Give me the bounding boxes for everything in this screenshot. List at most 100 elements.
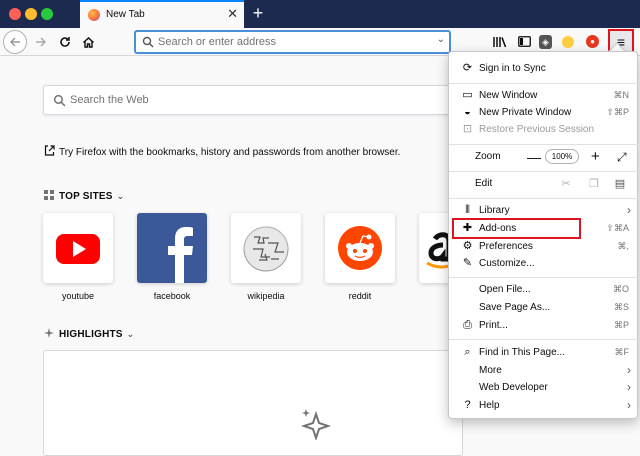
top-site-label: reddit	[348, 291, 372, 301]
sidebar-icon[interactable]	[516, 34, 532, 50]
menu-separator	[449, 83, 639, 84]
add-ons-highlight-box	[452, 218, 581, 239]
extension-icon[interactable]: ●	[586, 35, 599, 48]
fullscreen-icon[interactable]: ⤢	[617, 149, 627, 165]
menu-item-save-page[interactable]: Save Page As... ⌘S	[449, 299, 639, 317]
import-notice[interactable]: Try Firefox with the bookmarks, history …	[44, 145, 400, 158]
chevron-right-icon: ›	[627, 380, 631, 394]
top-site-tile[interactable]: reddit	[325, 213, 395, 301]
chevron-right-icon: ›	[627, 203, 631, 217]
menu-item-new-window[interactable]: ▭ New Window ⌘N	[449, 87, 639, 105]
menu-separator	[449, 198, 639, 199]
import-icon	[44, 145, 55, 156]
top-sites-title: TOP SITES	[59, 191, 113, 202]
wikipedia-tile-image	[231, 213, 301, 283]
help-icon: ?	[464, 399, 471, 411]
top-site-tile[interactable]: youtube	[43, 213, 113, 301]
facebook-tile-image	[137, 213, 207, 283]
forward-button[interactable]	[31, 32, 51, 52]
top-site-tile[interactable]: wikipedia	[231, 213, 301, 301]
home-icon	[82, 37, 94, 48]
window-maximize-button[interactable]	[41, 8, 53, 20]
menu-separator	[449, 339, 639, 340]
title-bar: New Tab ✕ +	[0, 0, 640, 28]
tab-close-icon[interactable]: ✕	[227, 7, 238, 21]
web-search-input[interactable]	[70, 92, 450, 108]
url-input[interactable]	[158, 34, 428, 50]
back-button[interactable]	[3, 30, 27, 54]
chevron-down-icon[interactable]: ⌄	[117, 191, 125, 201]
zoom-out-button[interactable]: —	[527, 148, 541, 166]
tab-title: New Tab	[106, 9, 145, 20]
private-mask-icon: ◒	[464, 106, 471, 118]
chevron-down-icon[interactable]: ⌄	[127, 329, 135, 339]
reddit-alien-icon	[338, 226, 382, 270]
menu-item-customize[interactable]: ✎ Customize...	[449, 255, 639, 273]
menu-separator	[449, 277, 639, 278]
top-site-label: youtube	[61, 291, 95, 301]
sparkle-icon	[44, 328, 54, 338]
chevron-right-icon: ›	[627, 363, 631, 377]
menu-item-restore-session[interactable]: ⊡ Restore Previous Session	[449, 121, 639, 139]
top-site-label: wikipedia	[247, 291, 285, 301]
youtube-tile-image	[43, 213, 113, 283]
highlights-sparkle-icon	[300, 409, 332, 440]
menu-item-print[interactable]: ⎙ Print... ⌘P	[449, 317, 639, 335]
window-minimize-button[interactable]	[25, 8, 37, 20]
menu-item-web-developer[interactable]: Web Developer ›	[449, 379, 639, 397]
paste-icon[interactable]: ▤	[613, 177, 627, 191]
web-search-box[interactable]	[43, 85, 463, 115]
menu-separator	[449, 171, 639, 172]
menu-item-help[interactable]: ? Help ›	[449, 397, 639, 415]
wikipedia-globe-icon	[243, 226, 289, 272]
restore-session-icon: ⊡	[462, 123, 473, 135]
menu-separator	[449, 144, 639, 145]
highlights-header[interactable]: HIGHLIGHTS ⌄	[44, 328, 134, 340]
zoom-in-button[interactable]: +	[591, 148, 600, 166]
grid-icon	[44, 190, 54, 200]
gear-icon: ⚙	[462, 240, 473, 252]
menu-item-edit: Edit ✂ ❐ ▤	[475, 177, 627, 191]
reload-icon	[60, 37, 70, 47]
sync-icon: ⟳	[462, 62, 473, 74]
back-arrow-icon	[9, 37, 20, 47]
forward-arrow-icon	[36, 37, 47, 47]
top-site-tile[interactable]: facebook	[137, 213, 207, 301]
youtube-logo-icon	[56, 234, 100, 264]
search-icon: ⌕	[464, 346, 471, 358]
menu-item-more[interactable]: More ›	[449, 362, 639, 380]
menu-item-sign-in[interactable]: ⟳ Sign in to Sync	[449, 60, 639, 78]
search-icon	[53, 94, 66, 107]
library-icon[interactable]	[492, 34, 508, 50]
url-bar[interactable]: ⌄	[134, 30, 451, 54]
new-window-icon: ▭	[462, 89, 473, 101]
copy-icon[interactable]: ❐	[587, 177, 601, 191]
firefox-icon	[88, 9, 100, 21]
menu-item-new-private-window[interactable]: ◒ New Private Window ⇧⌘P	[449, 104, 639, 122]
reddit-tile-image	[325, 213, 395, 283]
zoom-reset-button[interactable]: 100%	[545, 149, 579, 164]
emoji-extension-icon[interactable]	[562, 36, 574, 48]
home-button[interactable]	[78, 32, 98, 52]
cut-icon[interactable]: ✂	[559, 177, 573, 191]
paintbrush-icon: ✎	[462, 257, 473, 269]
top-site-label: facebook	[153, 291, 191, 301]
highlights-empty-state	[43, 350, 463, 456]
printer-icon: ⎙	[463, 319, 472, 331]
reload-button[interactable]	[55, 32, 75, 52]
search-icon	[142, 36, 154, 48]
menu-item-open-file[interactable]: Open File... ⌘O	[449, 281, 639, 299]
top-sites-header[interactable]: TOP SITES ⌄	[44, 190, 124, 202]
chevron-down-icon[interactable]: ⌄	[437, 34, 445, 45]
chevron-right-icon: ›	[627, 398, 631, 412]
tab-new-tab[interactable]: New Tab ✕	[80, 0, 244, 28]
window-close-button[interactable]	[9, 8, 21, 20]
menu-item-find-in-page[interactable]: ⌕ Find in This Page... ⌘F	[449, 344, 639, 362]
import-text: Try Firefox with the bookmarks, history …	[59, 147, 401, 158]
highlights-title: HIGHLIGHTS	[59, 329, 123, 340]
library-icon: ⫴	[465, 204, 470, 216]
ublock-shield-icon[interactable]: ◈	[539, 35, 552, 49]
new-tab-button[interactable]: +	[248, 3, 268, 23]
facebook-logo-icon	[168, 227, 193, 283]
menu-item-preferences[interactable]: ⚙ Preferences ⌘,	[449, 238, 639, 256]
